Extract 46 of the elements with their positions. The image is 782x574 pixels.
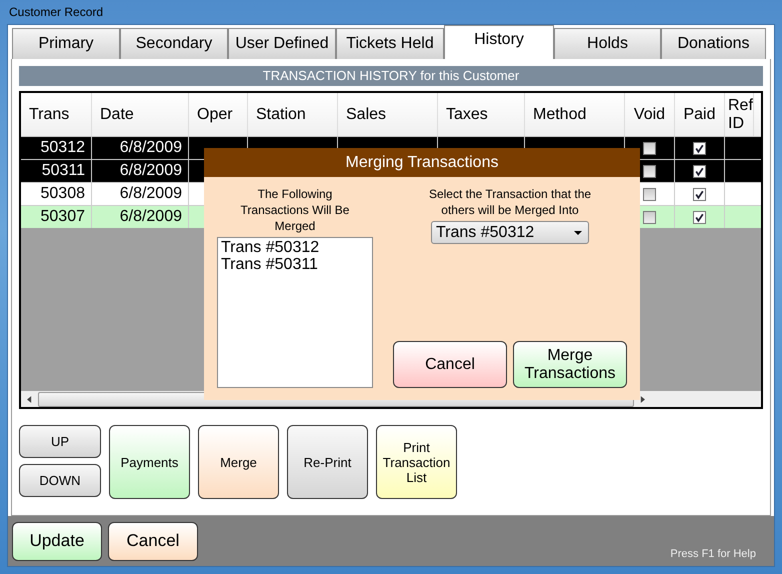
void-checkbox[interactable] — [643, 142, 656, 154]
tab[interactable]: Holds — [554, 28, 661, 59]
tab[interactable]: User Defined — [228, 28, 336, 59]
dialog-title: Merging Transactions — [204, 148, 640, 177]
dialog-button[interactable]: Cancel — [393, 341, 507, 388]
table-cell: 6/8/2009 — [120, 162, 182, 180]
tab[interactable]: History — [444, 25, 554, 59]
list-item[interactable]: Trans #50311 — [221, 256, 318, 273]
void-checkbox[interactable] — [643, 210, 656, 224]
scroll-right-icon[interactable] — [640, 396, 645, 402]
section-header: TRANSACTION HISTORY for this Customer — [19, 66, 763, 86]
action-button[interactable]: Print Transaction List — [376, 425, 457, 499]
footer-button[interactable]: Update — [12, 522, 102, 560]
action-button[interactable]: Merge — [198, 425, 279, 499]
paid-checkbox[interactable] — [693, 210, 706, 224]
table-cell: 6/8/2009 — [120, 185, 182, 203]
paid-checkbox[interactable] — [693, 188, 706, 200]
action-button[interactable]: Re-Print — [287, 425, 368, 499]
table-cell: 50311 — [42, 162, 85, 180]
caret-icon — [574, 230, 582, 234]
help-hint: Press F1 for Help — [670, 548, 756, 560]
select-label: Select the Transaction that the others will be Merged Into — [428, 186, 592, 218]
void-checkbox[interactable] — [643, 188, 656, 200]
table-cell: 6/8/2009 — [120, 139, 182, 157]
list-item[interactable]: Trans #50312 — [221, 239, 320, 256]
dialog-button[interactable]: Merge Transactions — [513, 341, 627, 388]
table-cell: 50312 — [40, 139, 85, 157]
void-checkbox[interactable] — [643, 164, 656, 178]
transaction-list[interactable]: Trans #50312 Trans #50311 — [217, 237, 373, 388]
action-button[interactable]: Payments — [109, 425, 190, 499]
footer-button[interactable]: Cancel — [108, 522, 198, 560]
list-label: The Following Transactions Will Be Merged — [240, 186, 350, 234]
table-cell: 50307 — [40, 208, 85, 226]
tab[interactable]: Donations — [661, 28, 766, 59]
scroll-left-icon[interactable] — [27, 396, 32, 402]
target-dropdown[interactable]: Trans #50312 — [431, 221, 589, 244]
nav-button[interactable]: UP — [19, 425, 101, 458]
table-cell: 6/8/2009 — [120, 208, 182, 226]
paid-checkbox[interactable] — [693, 142, 706, 154]
nav-button[interactable]: DOWN — [19, 464, 101, 497]
tab[interactable]: Secondary — [120, 28, 228, 59]
tab[interactable]: Primary — [12, 28, 120, 59]
paid-checkbox[interactable] — [693, 164, 706, 178]
window-title: Customer Record — [9, 5, 104, 19]
tab[interactable]: Tickets Held — [336, 28, 444, 59]
table-cell: 50308 — [40, 185, 85, 203]
